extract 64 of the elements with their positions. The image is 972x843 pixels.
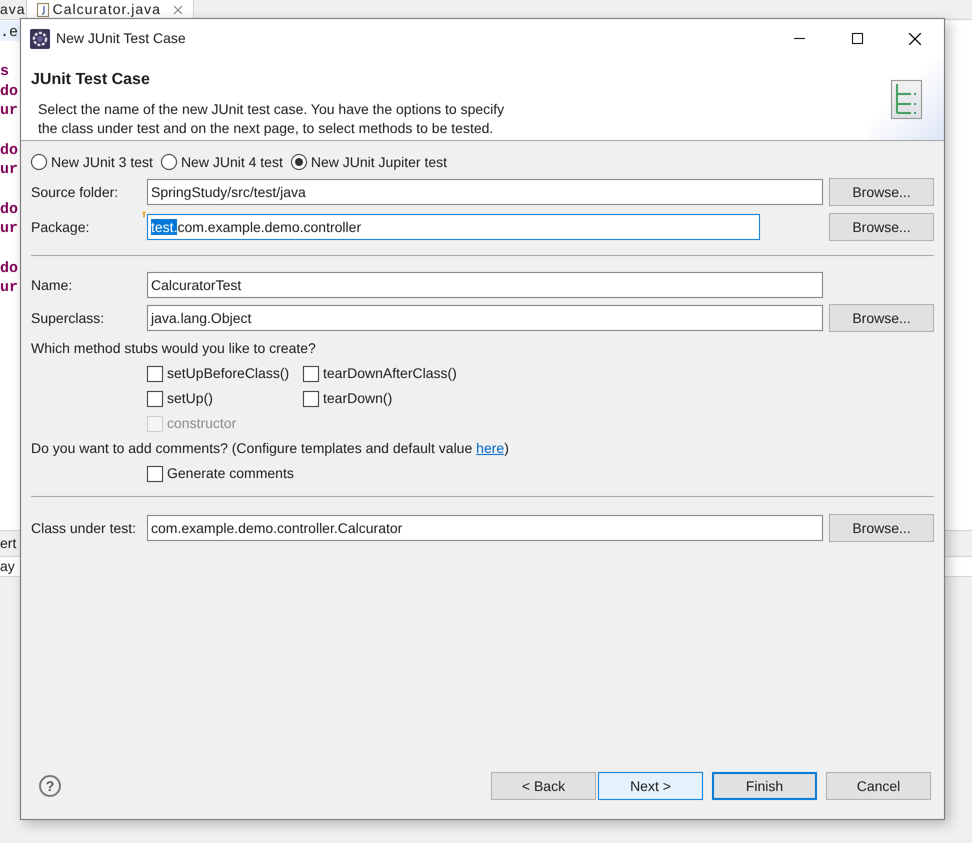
description-text: the class under test and on the next page, to select methods to be tested. [38, 119, 494, 138]
close-tab-icon [172, 4, 183, 14]
browse-button[interactable]: Browse... [829, 178, 934, 206]
outline-icon [891, 80, 922, 118]
radio-button[interactable] [31, 154, 47, 170]
checkbox-option[interactable]: setUpBeforeClass() [147, 361, 303, 386]
code-line: ur [0, 278, 18, 296]
lightbulb-icon [142, 211, 146, 218]
question-text: Which method stubs would you like to create? [31, 339, 317, 358]
checkbox-option[interactable]: Generate comments [147, 461, 934, 486]
checkbox-option[interactable]: tearDownAfterClass() [303, 361, 457, 386]
help-button[interactable]: ? [39, 775, 61, 797]
close-icon [909, 32, 921, 44]
text-field[interactable]: SpringStudy/src/test/java [147, 179, 823, 205]
browse-button[interactable]: Browse... [829, 304, 934, 332]
wizard-button[interactable]: Finish [712, 772, 817, 800]
checkbox-option[interactable]: tearDown() [303, 386, 457, 411]
radio-option[interactable]: New JUnit Jupiter test [290, 152, 448, 172]
text-field[interactable]: CalcuratorTest [147, 272, 823, 298]
checkbox[interactable] [303, 366, 319, 382]
code-line: do [0, 82, 18, 100]
field-label: Class under test: [31, 518, 138, 538]
code-line: ur [0, 160, 18, 178]
code-line: ur [0, 219, 18, 238]
field-label: Package: [31, 218, 90, 237]
wizard-button[interactable]: < Back [491, 772, 596, 800]
app-icon [30, 28, 50, 48]
code-line: do [0, 258, 18, 277]
checkbox[interactable] [303, 390, 319, 406]
templates-link[interactable]: here [476, 440, 504, 456]
radio-button[interactable] [160, 154, 177, 170]
field-label: Source folder: [31, 182, 120, 202]
code-line: do [0, 200, 18, 218]
minimize-icon [794, 38, 804, 39]
checkbox-option[interactable]: setUp() [147, 386, 303, 411]
checkbox[interactable] [147, 366, 163, 382]
browse-button[interactable]: Browse... [829, 213, 934, 241]
checkbox[interactable] [147, 466, 163, 482]
console-line: ay [0, 557, 15, 576]
field-label: Name: [31, 276, 74, 294]
editor-tab[interactable]: Calcurator.java [26, 0, 194, 19]
browse-button[interactable]: Browse... [829, 514, 934, 542]
maximize-icon [852, 33, 862, 44]
text-field[interactable]: com.example.demo.controller.Calcurator [147, 515, 823, 541]
checkbox[interactable] [147, 390, 163, 406]
description-text: Select the name of the new JUnit test case. You have the options to specify [38, 100, 504, 119]
checkbox-option: constructor [147, 411, 303, 436]
view-tab[interactable]: ert [0, 533, 16, 554]
question-text: Do you want to add comments? (Configure templates and default value here) [31, 439, 510, 458]
code-line: ur [0, 101, 18, 120]
wizard-button[interactable]: Next > [598, 772, 703, 800]
radio-button[interactable] [290, 154, 307, 170]
text-field[interactable]: test.com.example.demo.controller [147, 214, 760, 240]
radio-option[interactable]: New JUnit 4 test [160, 152, 283, 172]
code-line: do [0, 140, 18, 159]
text-field[interactable]: java.lang.Object [147, 305, 823, 331]
radio-option[interactable]: New JUnit 3 test [31, 152, 153, 172]
page-heading: JUnit Test Case [31, 70, 151, 90]
field-label: Superclass: [31, 308, 106, 328]
window-title: New JUnit Test Case [56, 29, 186, 48]
editor-tab[interactable]: ava [0, 0, 26, 19]
code-line: s [0, 62, 10, 80]
java-file-icon [36, 2, 49, 16]
wizard-button[interactable]: Cancel [826, 772, 931, 800]
